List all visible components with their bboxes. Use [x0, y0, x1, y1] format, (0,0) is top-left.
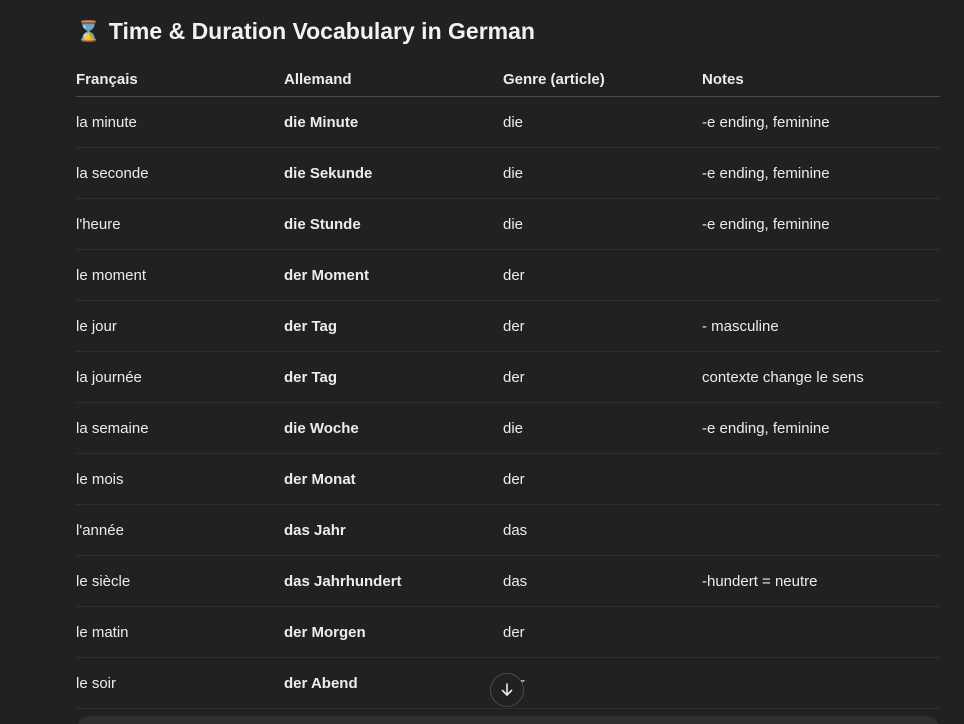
table-header-row: Français Allemand Genre (article) Notes: [76, 62, 940, 97]
table-row: le matin der Morgen der: [76, 606, 940, 658]
section-heading: ⌛ Time & Duration Vocabulary in German: [76, 18, 535, 45]
table-row: la journée der Tag der contexte change le s…: [76, 351, 940, 403]
cell-genre: die: [503, 198, 702, 250]
scroll-to-bottom-button[interactable]: [490, 673, 524, 707]
cell-allemand: das Jahr: [284, 504, 503, 556]
cell-allemand: die Stunde: [284, 198, 503, 250]
cell-allemand: die Woche: [284, 402, 503, 454]
vocabulary-table: Français Allemand Genre (article) Notes …: [76, 62, 940, 709]
table-row: le siècle das Jahrhundert das -hundert = ne…: [76, 555, 940, 607]
cell-genre: die: [503, 147, 702, 199]
cell-notes: -e ending, feminine: [702, 147, 940, 199]
cell-genre: das: [503, 555, 702, 607]
column-header-francais: Français: [76, 62, 284, 97]
hourglass-icon: ⌛: [76, 21, 101, 43]
table-row: l'heure die Stunde die -e ending, feminine: [76, 198, 940, 250]
cell-francais: l'année: [76, 504, 284, 556]
cell-allemand: der Monat: [284, 453, 503, 505]
cell-genre: der: [503, 606, 702, 658]
cell-francais: le mois: [76, 453, 284, 505]
cell-notes: [702, 453, 940, 505]
cell-notes: -e ending, feminine: [702, 402, 940, 454]
cell-allemand: der Tag: [284, 300, 503, 352]
cell-genre: der: [503, 657, 702, 709]
cell-genre: der: [503, 300, 702, 352]
cell-francais: le moment: [76, 249, 284, 301]
cell-francais: le jour: [76, 300, 284, 352]
cell-genre: das: [503, 504, 702, 556]
cell-notes: [702, 606, 940, 658]
cell-francais: l'heure: [76, 198, 284, 250]
cell-francais: le siècle: [76, 555, 284, 607]
cell-genre: der: [503, 249, 702, 301]
column-header-allemand: Allemand: [284, 62, 503, 97]
column-header-genre: Genre (article): [503, 62, 702, 97]
cell-notes: [702, 504, 940, 556]
cell-notes: [702, 657, 940, 709]
arrow-down-icon: [501, 683, 513, 696]
cell-allemand: der Morgen: [284, 606, 503, 658]
cell-genre: die: [503, 96, 702, 148]
cell-francais: la semaine: [76, 402, 284, 454]
table-body: la minute die Minute die -e ending, feminin…: [76, 96, 940, 709]
cell-notes: [702, 249, 940, 301]
cell-francais: le soir: [76, 657, 284, 709]
table-row: la minute die Minute die -e ending, feminin…: [76, 96, 940, 148]
cell-francais: le matin: [76, 606, 284, 658]
cell-notes: - masculine: [702, 300, 940, 352]
section-title: Time & Duration Vocabulary in German: [108, 18, 535, 44]
cell-francais: la seconde: [76, 147, 284, 199]
cell-allemand: der Moment: [284, 249, 503, 301]
cell-francais: la minute: [76, 96, 284, 148]
cell-notes: -e ending, feminine: [702, 96, 940, 148]
cell-genre: der: [503, 351, 702, 403]
chat-page: ⌛ Time & Duration Vocabulary in German F…: [0, 0, 964, 724]
cell-notes: -hundert = neutre: [702, 555, 940, 607]
table-row: le mois der Monat der: [76, 453, 940, 505]
table-row: le jour der Tag der - masculine: [76, 300, 940, 352]
cell-allemand: der Tag: [284, 351, 503, 403]
table-row: l'année das Jahr das: [76, 504, 940, 556]
cell-allemand: das Jahrhundert: [284, 555, 503, 607]
cell-allemand: die Minute: [284, 96, 503, 148]
cell-genre: die: [503, 402, 702, 454]
cell-notes: contexte change le sens: [702, 351, 940, 403]
table-row: la seconde die Sekunde die -e ending, femin…: [76, 147, 940, 199]
cell-francais: la journée: [76, 351, 284, 403]
message-composer[interactable]: [76, 716, 940, 724]
cell-genre: der: [503, 453, 702, 505]
column-header-notes: Notes: [702, 62, 940, 97]
cell-allemand: der Abend: [284, 657, 503, 709]
cell-allemand: die Sekunde: [284, 147, 503, 199]
cell-notes: -e ending, feminine: [702, 198, 940, 250]
table-row: la semaine die Woche die -e ending, feminin…: [76, 402, 940, 454]
table-row: le moment der Moment der: [76, 249, 940, 301]
